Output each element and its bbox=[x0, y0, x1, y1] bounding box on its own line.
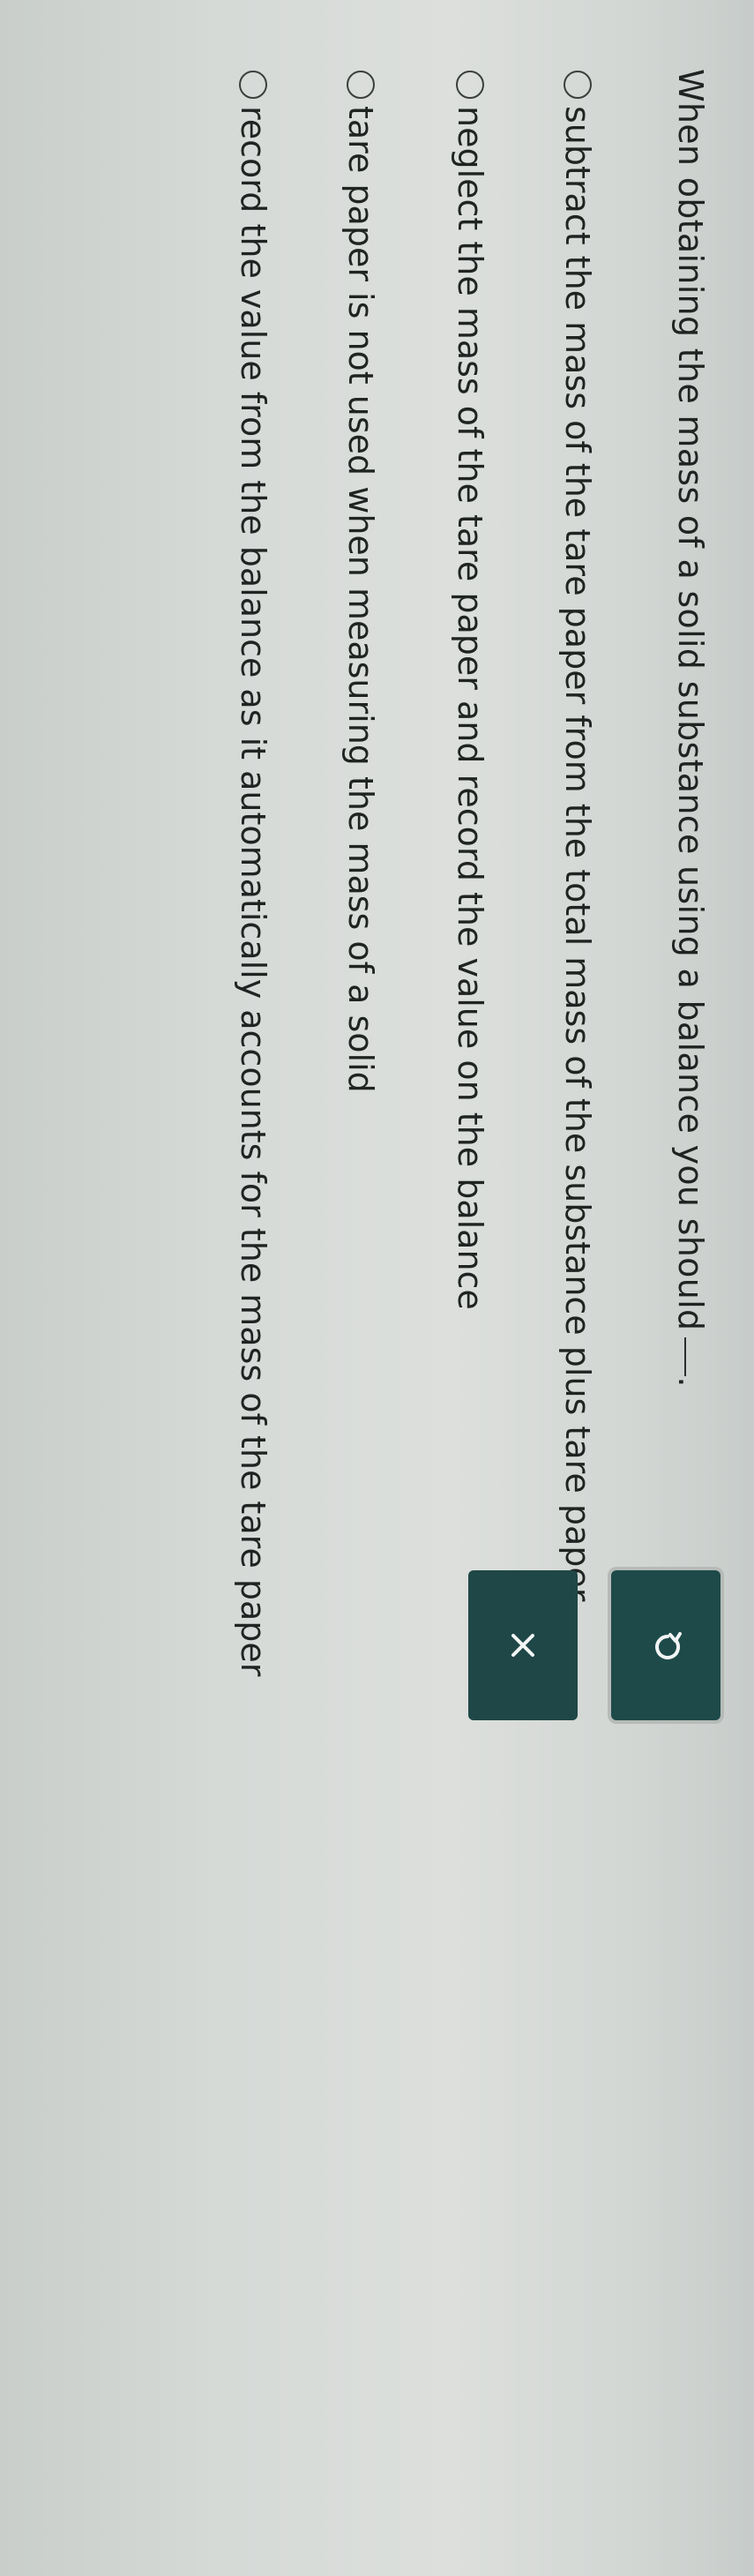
question-end: . bbox=[671, 1376, 710, 1388]
answer-option-4[interactable]: record the value from the balance as it … bbox=[234, 71, 272, 1676]
answer-option-label: subtract the mass of the tare paper from… bbox=[558, 106, 597, 1609]
radio-button[interactable] bbox=[456, 71, 484, 99]
answer-option-label: record the value from the balance as it … bbox=[234, 106, 272, 1677]
reset-button[interactable] bbox=[611, 1570, 720, 1720]
answer-option-1[interactable]: subtract the mass of the tare paper from… bbox=[558, 71, 597, 1609]
radio-button[interactable] bbox=[347, 71, 375, 99]
radio-button[interactable] bbox=[239, 71, 267, 99]
radio-button[interactable] bbox=[564, 71, 592, 99]
question-text: When obtaining the mass of a solid subst… bbox=[671, 69, 710, 1331]
answer-option-label: neglect the mass of the tare paper and r… bbox=[451, 106, 489, 1310]
clear-button[interactable] bbox=[468, 1570, 578, 1720]
screen: When obtaining the mass of a solid subst… bbox=[0, 0, 754, 2576]
answer-option-3[interactable]: tare paper is not used when measuring th… bbox=[341, 71, 380, 1093]
answer-option-2[interactable]: neglect the mass of the tare paper and r… bbox=[451, 71, 489, 1310]
undo-icon bbox=[646, 1626, 685, 1665]
close-icon bbox=[505, 1628, 541, 1663]
question-panel: When obtaining the mass of a solid subst… bbox=[0, 0, 754, 2576]
answer-option-label: tare paper is not used when measuring th… bbox=[341, 106, 380, 1093]
answer-blank bbox=[684, 1337, 686, 1377]
question-prompt: When obtaining the mass of a solid subst… bbox=[671, 69, 710, 1388]
